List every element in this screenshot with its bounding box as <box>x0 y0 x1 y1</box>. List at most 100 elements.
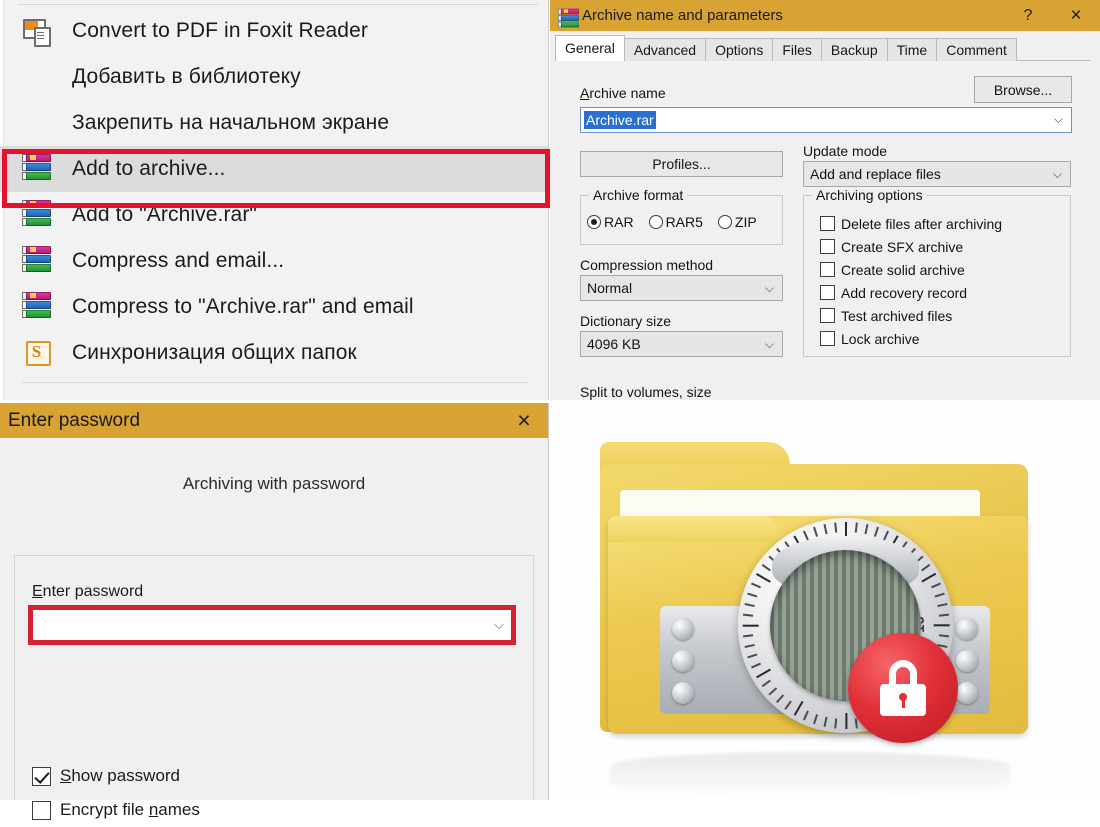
radio-rar[interactable]: RAR <box>587 214 634 230</box>
enter-password-dialog: Enter password × Archiving with password… <box>0 403 549 820</box>
menu-item-add-to-library[interactable]: Добавить в библиотеку <box>0 54 548 100</box>
context-menu-divider <box>22 382 528 383</box>
dial-tick <box>755 668 771 679</box>
dial-tick <box>933 624 950 627</box>
dial-tick <box>854 718 858 729</box>
dial-tick <box>746 653 757 659</box>
update-mode-label: Update mode <box>803 143 888 159</box>
dial-tick <box>934 592 945 598</box>
winrar-archive-dialog: Archive name and parameters ? × General … <box>550 0 1100 400</box>
menu-item-sync-shared-folders[interactable]: S Синхронизация общих папок <box>0 330 548 376</box>
menu-item-label: Закрепить на начальном экране <box>72 111 390 134</box>
red-padlock-badge <box>848 633 958 743</box>
dial-tick <box>767 687 777 696</box>
winrar-icon <box>22 291 56 323</box>
checkbox-box-icon <box>820 216 835 231</box>
dictionary-size-value: 4096 KB <box>587 336 641 352</box>
dial-tick <box>761 679 771 688</box>
browse-button[interactable]: Browse... <box>974 76 1072 103</box>
screw-icon <box>672 650 694 672</box>
dictionary-size-select[interactable]: 4096 KB ⌵ <box>580 331 783 357</box>
winrar-general-panel: Archive name Browse... Archive.rar ⌵ Pro… <box>550 61 1100 400</box>
tab-backup[interactable]: Backup <box>820 38 888 61</box>
archive-name-value: Archive.rar <box>584 111 656 129</box>
dial-tick <box>920 563 930 572</box>
password-input-wrapper: ⌵ <box>32 608 512 642</box>
menu-item-label: Добавить в библиотеку <box>72 65 301 88</box>
archive-format-radios: RAR RAR5 ZIP <box>587 214 757 230</box>
tab-comment[interactable]: Comment <box>936 38 1017 61</box>
tab-advanced[interactable]: Advanced <box>623 38 707 61</box>
tab-options[interactable]: Options <box>705 38 774 61</box>
dial-tick <box>744 603 755 608</box>
enter-password-label: Enter password <box>32 583 144 600</box>
checkbox-test-archived-files[interactable]: Test archived files <box>820 304 1064 327</box>
winrar-tab-bar: General Advanced Options Files Backup Ti… <box>555 35 1100 61</box>
menu-item-compress-to-archive-and-email[interactable]: Compress to "Archive.rar" and email <box>0 284 548 330</box>
tab-files[interactable]: Files <box>772 38 822 61</box>
menu-item-label: Add to "Archive.rar" <box>72 203 257 226</box>
folder-lock-illustration: 0102030 <box>550 400 1100 800</box>
password-input[interactable] <box>32 608 512 642</box>
tab-time[interactable]: Time <box>886 38 938 61</box>
checkbox-label: Delete files after archiving <box>841 215 1003 232</box>
password-checkbox-list: Show password Encrypt file names <box>32 759 200 827</box>
checkbox-label: Create solid archive <box>841 261 965 278</box>
close-icon[interactable]: × <box>500 403 548 438</box>
context-menu: Convert to PDF in Foxit Reader Добавить … <box>0 0 550 400</box>
checkbox-create-sfx-archive[interactable]: Create SFX archive <box>820 235 1064 258</box>
help-button[interactable]: ? <box>1004 0 1052 31</box>
checkbox-box-icon <box>820 331 835 346</box>
dial-tick <box>844 713 847 729</box>
dial-tick <box>920 572 936 583</box>
dial-tick <box>744 643 755 648</box>
menu-item-add-to-archive[interactable]: Add to archive... <box>0 146 548 192</box>
chevron-down-icon[interactable]: ⌵ <box>1054 112 1063 127</box>
compression-method-select[interactable]: Normal ⌵ <box>580 275 783 301</box>
checkbox-encrypt-file-names[interactable]: Encrypt file names <box>32 793 200 827</box>
menu-item-compress-and-email[interactable]: Compress and email... <box>0 238 548 284</box>
dial-tick <box>873 526 879 537</box>
close-icon[interactable]: × <box>1052 0 1100 31</box>
winrar-titlebar-buttons: ? × <box>1004 0 1100 31</box>
dial-tick <box>938 613 949 617</box>
checkbox-add-recovery-record[interactable]: Add recovery record <box>820 281 1064 304</box>
archive-name-input[interactable]: Archive.rar ⌵ <box>580 107 1072 133</box>
archiving-options-legend: Archiving options <box>812 187 927 203</box>
dial-tick <box>792 700 803 716</box>
dictionary-size-label: Dictionary size <box>580 313 672 329</box>
screw-icon <box>956 618 978 640</box>
radio-rar5[interactable]: RAR5 <box>648 214 703 230</box>
menu-item-label: Compress and email... <box>72 249 285 272</box>
checkbox-label: Lock archive <box>841 330 920 347</box>
checkbox-box-icon <box>32 800 51 820</box>
folder-reflection <box>610 752 1010 798</box>
no-icon-placeholder <box>22 107 56 139</box>
tab-general[interactable]: General <box>555 35 625 61</box>
password-dialog-title: Enter password <box>8 409 141 431</box>
update-mode-select[interactable]: Add and replace files ⌵ <box>803 161 1071 187</box>
checkbox-create-solid-archive[interactable]: Create solid archive <box>820 258 1064 281</box>
radio-zip[interactable]: ZIP <box>717 214 757 230</box>
screw-icon <box>956 682 978 704</box>
menu-item-add-to-archive-rar[interactable]: Add to "Archive.rar" <box>0 192 548 238</box>
sync-s-icon: S <box>22 337 56 369</box>
dial-tick <box>742 624 759 627</box>
checkbox-box-icon <box>820 239 835 254</box>
winrar-dialog-title: Archive name and parameters <box>582 7 783 24</box>
menu-item-pin-to-start[interactable]: Закрепить на начальном экране <box>0 100 548 146</box>
checkbox-lock-archive[interactable]: Lock archive <box>820 327 1064 350</box>
checkbox-delete-files-after-archiving[interactable]: Delete files after archiving <box>820 212 1064 235</box>
menu-item-convert-to-pdf[interactable]: Convert to PDF in Foxit Reader <box>0 8 548 54</box>
screenshot-root: Convert to PDF in Foxit Reader Добавить … <box>0 0 1100 820</box>
profiles-button[interactable]: Profiles... <box>580 151 783 177</box>
chevron-down-icon: ⌵ <box>764 336 774 351</box>
radio-dot-icon <box>587 215 601 229</box>
dial-tick <box>833 718 837 729</box>
checkbox-show-password[interactable]: Show password <box>32 759 200 793</box>
checkbox-label: Test archived files <box>841 307 953 324</box>
dial-tick <box>936 603 947 608</box>
dial-tick <box>742 634 753 638</box>
context-menu-list: Convert to PDF in Foxit Reader Добавить … <box>0 8 548 383</box>
password-group-box: Enter password ⌵ Show password Encrypt f… <box>14 555 534 820</box>
